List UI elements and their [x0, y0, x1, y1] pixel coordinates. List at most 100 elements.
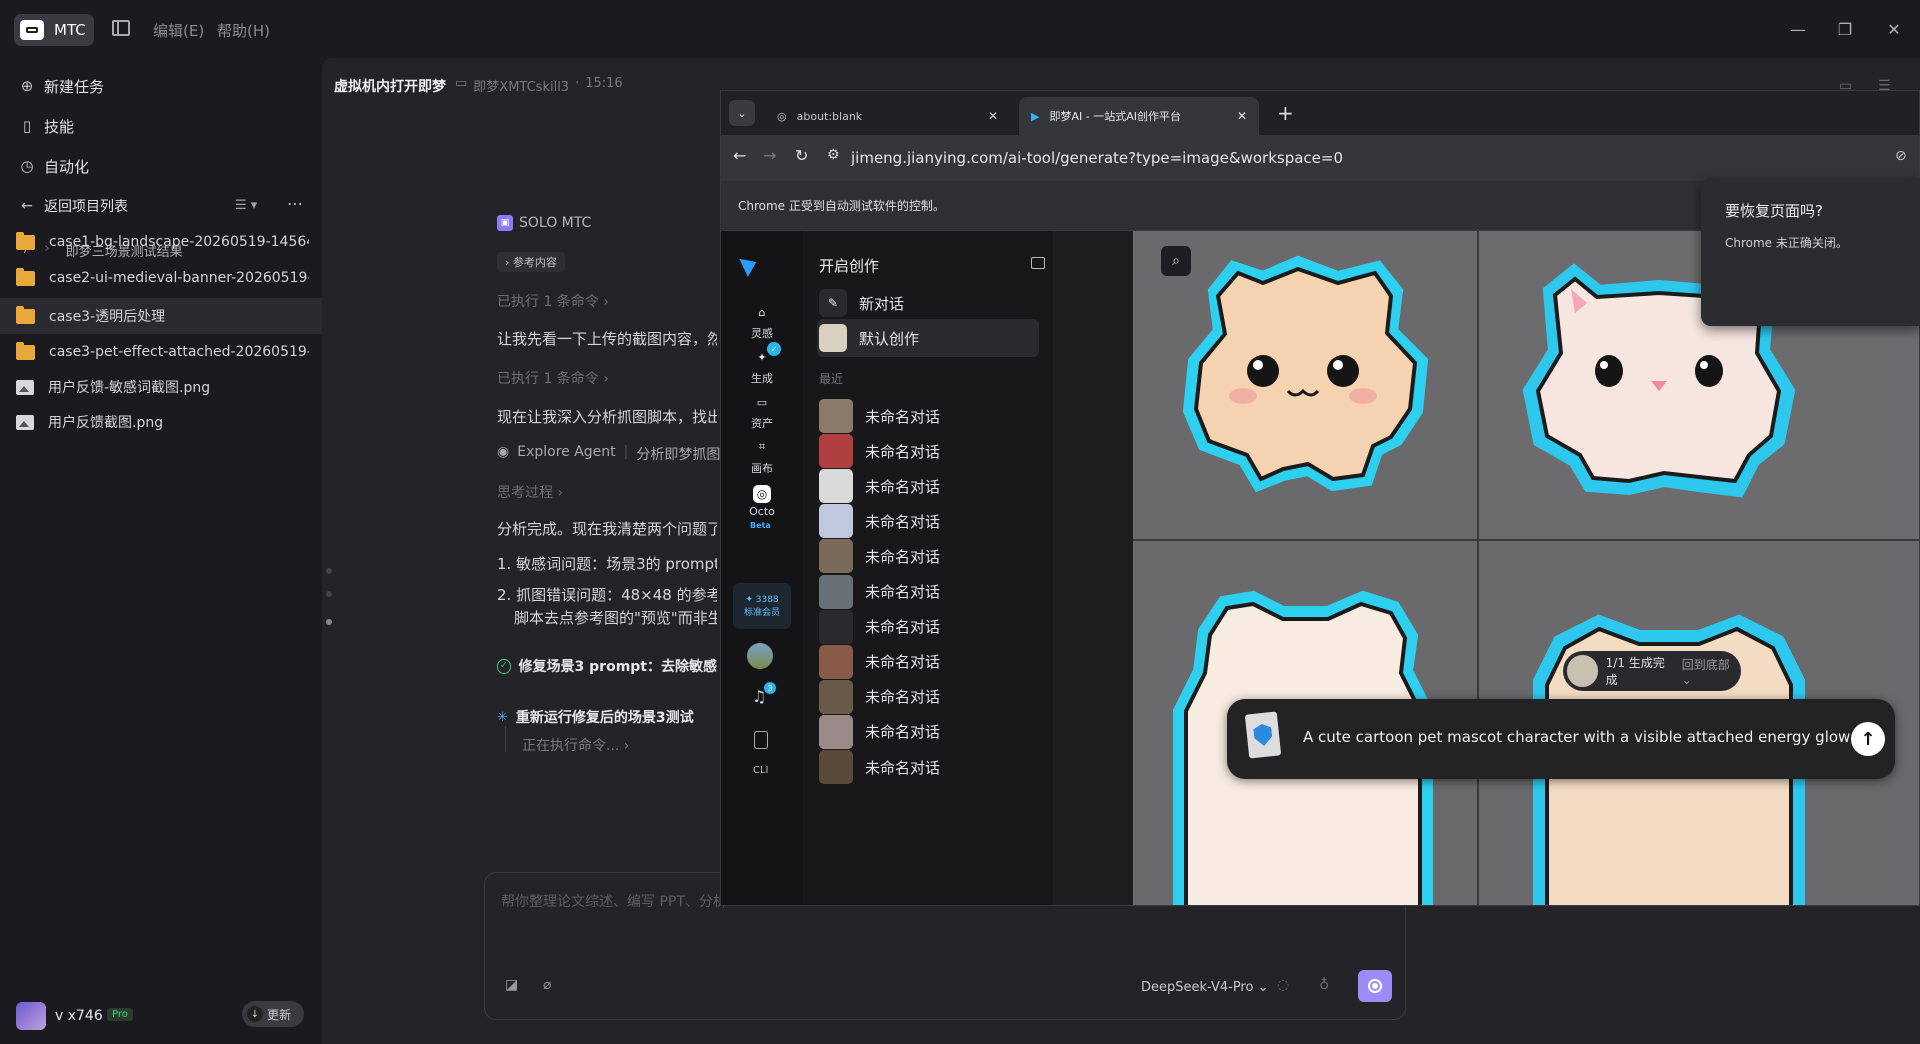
- device-icon[interactable]: [754, 731, 768, 749]
- close-icon[interactable]: ✕: [1883, 18, 1905, 40]
- back-label: 返回项目列表: [44, 199, 128, 215]
- file-row[interactable]: case3-透明后处理: [0, 298, 322, 334]
- history-item[interactable]: 未命名对话: [819, 644, 940, 680]
- history-item[interactable]: 未命名对话: [819, 468, 940, 504]
- file-row[interactable]: 用户反馈-敏感词截图.png: [0, 369, 322, 405]
- update-button[interactable]: ↓ 更新: [242, 1001, 304, 1027]
- exec-2[interactable]: 已执行 1 条命令 ›: [497, 368, 609, 388]
- panel-collapse-icon[interactable]: [1031, 257, 1045, 269]
- rail-inspire[interactable]: ⌂ 灵感: [721, 301, 803, 341]
- send-button[interactable]: [1358, 970, 1392, 1002]
- rail-canvas[interactable]: ⌗ 画布: [721, 436, 803, 476]
- history-item[interactable]: 未命名对话: [819, 714, 940, 750]
- history-item[interactable]: 未命名对话: [819, 609, 940, 645]
- default-avatar: [819, 324, 847, 352]
- tab-search-icon[interactable]: ⌄: [729, 100, 755, 126]
- url-input[interactable]: jimeng.jianying.com/ai-tool/generate?typ…: [851, 141, 1891, 175]
- list-view-icon[interactable]: ☰ ▾: [235, 198, 257, 213]
- file-row[interactable]: 用户反馈截图.png: [0, 404, 322, 440]
- site-settings-icon[interactable]: ⚙: [827, 147, 840, 163]
- more-icon[interactable]: ⋯: [287, 194, 303, 213]
- skills-button[interactable]: ▯ 技能: [18, 112, 74, 140]
- new-tab-icon[interactable]: +: [1277, 101, 1294, 125]
- forward-icon[interactable]: →: [763, 146, 776, 165]
- update-label: 更新: [267, 1007, 292, 1022]
- thinking-process[interactable]: 思考过程 ›: [497, 482, 563, 502]
- rail-octo[interactable]: ◎ Octo: [721, 485, 803, 518]
- history-item[interactable]: 未命名对话: [819, 398, 940, 434]
- history-label: 未命名对话: [865, 442, 941, 461]
- restore-icon[interactable]: ❐: [1834, 18, 1856, 40]
- model-select[interactable]: DeepSeek-V4-Pro ⌄: [1141, 980, 1268, 995]
- tab-1-label: about:blank: [796, 109, 863, 123]
- generation-status-chip[interactable]: 1/1 生成完成 回到底部 ⌄: [1563, 651, 1741, 691]
- file-row[interactable]: case1-bg-landscape-20260519-145642: [0, 224, 322, 260]
- file-name: case3-透明后处理: [49, 309, 166, 325]
- history-thumb: [819, 644, 853, 679]
- rail-assets[interactable]: ▭ 资产: [721, 391, 803, 431]
- chat-mode-icon[interactable]: ◌: [1277, 977, 1289, 993]
- submit-arrow-icon[interactable]: ↑: [1851, 722, 1885, 756]
- running-status[interactable]: 正在执行命令... ›: [522, 735, 629, 755]
- message-3: 分析完成。现在我清楚两个问题了: [497, 520, 717, 538]
- eye-off-icon[interactable]: ⊘: [1895, 148, 1907, 164]
- reload-icon[interactable]: ↻: [795, 146, 808, 165]
- history-item[interactable]: 未命名对话: [819, 433, 940, 469]
- new-task-button[interactable]: ⊕ 新建任务: [18, 72, 104, 100]
- user-avatar[interactable]: [747, 643, 773, 669]
- history-item[interactable]: 未命名对话: [819, 503, 940, 539]
- cli-button[interactable]: CLI: [753, 765, 769, 776]
- history-item[interactable]: 未命名对话: [819, 749, 940, 785]
- reference-image-thumb[interactable]: [1244, 711, 1282, 759]
- file-row[interactable]: case2-ui-medieval-banner-20260519-15...: [0, 260, 322, 296]
- scroll-dot: [326, 568, 332, 574]
- notification-count: 3: [764, 682, 776, 694]
- generated-image-1[interactable]: [1133, 231, 1477, 539]
- new-task-label: 新建任务: [44, 77, 105, 96]
- history-item[interactable]: 未命名对话: [819, 679, 940, 715]
- rail-canvas-label: 画布: [751, 462, 773, 475]
- history-item[interactable]: 未命名对话: [819, 538, 940, 574]
- history-thumb: [819, 469, 853, 504]
- default-creation-button[interactable]: 默认创作: [819, 320, 919, 356]
- points-badge[interactable]: ✦ 3388 标准会员: [733, 583, 791, 629]
- automation-button[interactable]: ◷ 自动化: [18, 152, 89, 180]
- attach-icon[interactable]: ⌀: [543, 977, 551, 993]
- tab-close-icon[interactable]: ✕: [988, 109, 998, 123]
- step-2[interactable]: ✳ 重新运行修复后的场景3测试: [497, 707, 694, 727]
- exec-2-label: 已执行 1 条命令: [497, 371, 599, 387]
- task-meta-sep: ·: [575, 76, 580, 91]
- chat-input[interactable]: 帮你整理论文综述、编写 PPT、分析: [501, 891, 727, 911]
- menu-help[interactable]: 帮助(H): [217, 20, 270, 41]
- file-row[interactable]: case3-pet-effect-attached-20260519-15...: [0, 334, 322, 370]
- app-logo-button[interactable]: MTC: [14, 14, 94, 46]
- reference-label: 参考内容: [512, 256, 557, 269]
- menu-edit[interactable]: 编辑(E): [153, 20, 204, 41]
- new-chat-button[interactable]: ✎ 新对话: [819, 285, 904, 321]
- explore-agent[interactable]: ◉ Explore Agent | 分析即梦抓图: [497, 444, 720, 464]
- history-item[interactable]: 未命名对话: [819, 574, 940, 610]
- prompt-bar[interactable]: A cute cartoon pet mascot character with…: [1227, 699, 1895, 779]
- task-time: 15:16: [585, 76, 623, 91]
- member-label: 标准会员: [743, 607, 780, 618]
- back-to-projects-button[interactable]: ← 返回项目列表: [18, 192, 128, 220]
- tab-close-icon[interactable]: ✕: [1237, 109, 1247, 123]
- file-name: case1-bg-landscape-20260519-145642: [49, 234, 309, 250]
- jimeng-logo-icon[interactable]: [739, 252, 761, 278]
- task-folder: 即梦XMTCskill3: [473, 80, 570, 95]
- sidebar-toggle-icon[interactable]: [112, 20, 130, 36]
- zoom-icon[interactable]: ⌕: [1161, 246, 1191, 276]
- back-to-bottom[interactable]: 回到底部 ⌄: [1682, 656, 1741, 687]
- step-1[interactable]: ✓ 修复场景3 prompt：去除敏感: [497, 656, 717, 676]
- history-label: 未命名对话: [865, 407, 941, 426]
- minimize-icon[interactable]: —: [1787, 18, 1809, 40]
- reference-chip[interactable]: › 参考内容: [497, 252, 565, 272]
- mic-icon[interactable]: ♁: [1319, 977, 1329, 993]
- exec-1[interactable]: 已执行 1 条命令 ›: [497, 291, 609, 311]
- avatar[interactable]: [16, 1002, 46, 1030]
- edit-icon[interactable]: ◪: [505, 977, 518, 993]
- back-icon[interactable]: ←: [733, 146, 746, 165]
- rail-generate[interactable]: ✦ 生成: [721, 346, 803, 386]
- tab-about-blank[interactable]: ◎ about:blank ✕: [765, 97, 1010, 135]
- tab-jimeng[interactable]: ▶ 即梦AI - 一站式AI创作平台 ✕: [1019, 97, 1259, 135]
